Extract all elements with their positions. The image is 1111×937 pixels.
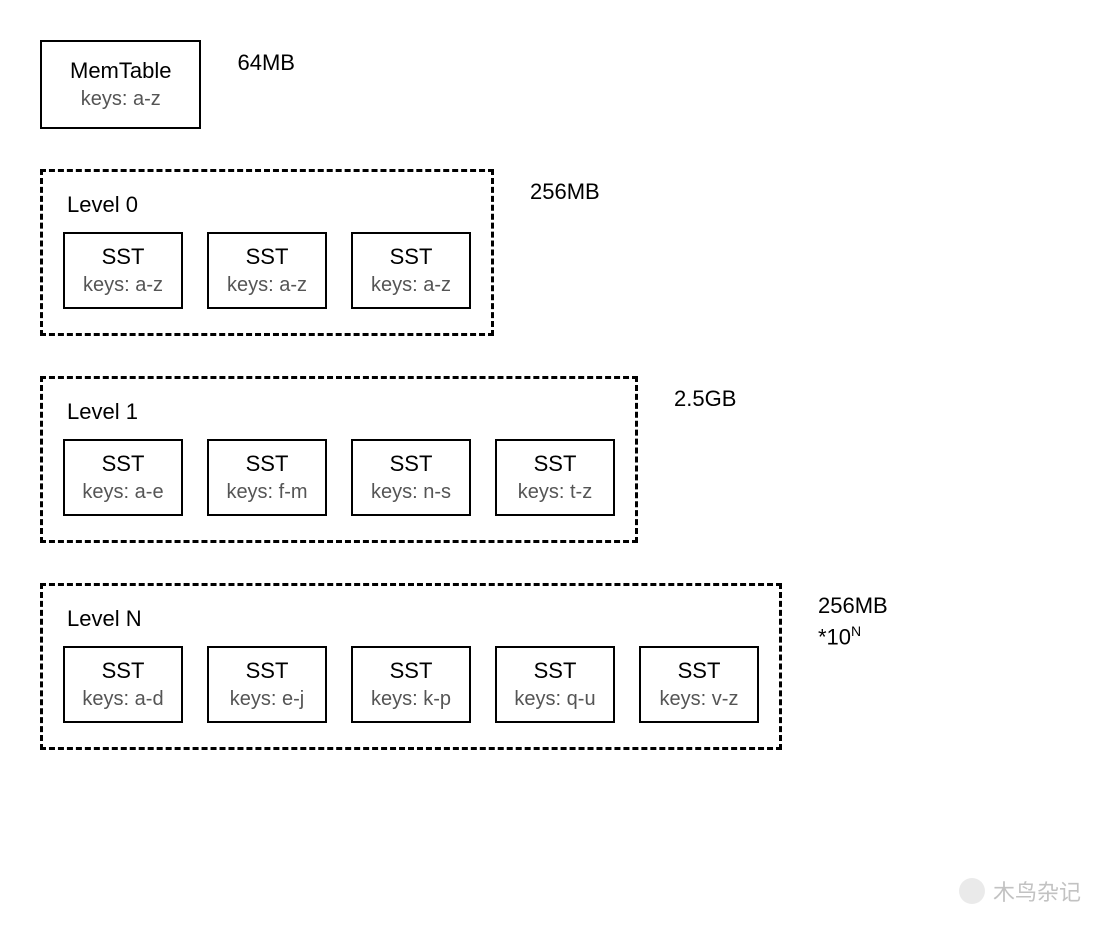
sst-title: SST [367,451,455,477]
sst-box: SST keys: a-z [207,232,327,309]
watermark: 木鸟杂记 [959,875,1081,907]
memtable-title: MemTable [70,58,171,84]
level-1-sst-row: SST keys: a-e SST keys: f-m SST keys: n-… [63,439,615,516]
sst-keys: keys: a-z [223,274,311,297]
sst-keys: keys: q-u [511,688,599,711]
level-n-size-mult: *10 [818,624,851,649]
sst-title: SST [511,451,599,477]
memtable-size-label: 64MB [237,48,294,79]
level-n-size-base: 256MB [818,593,888,618]
sst-box: SST keys: e-j [207,646,327,723]
sst-keys: keys: e-j [223,688,311,711]
sst-box: SST keys: t-z [495,439,615,516]
sst-keys: keys: k-p [367,688,455,711]
level-n-size-exp: N [851,623,861,639]
sst-box: SST keys: n-s [351,439,471,516]
sst-box: SST keys: a-d [63,646,183,723]
memtable-keys: keys: a-z [70,88,171,111]
sst-title: SST [367,658,455,684]
sst-keys: keys: v-z [655,688,743,711]
memtable-row: MemTable keys: a-z 64MB [40,40,1071,129]
sst-keys: keys: n-s [367,481,455,504]
sst-box: SST keys: k-p [351,646,471,723]
level-0-size-label: 256MB [530,177,600,208]
sst-box: SST keys: f-m [207,439,327,516]
sst-keys: keys: f-m [223,481,311,504]
level-0-row: Level 0 SST keys: a-z SST keys: a-z SST … [40,169,1071,336]
watermark-icon [959,878,985,904]
level-1-row: Level 1 SST keys: a-e SST keys: f-m SST … [40,376,1071,543]
sst-keys: keys: a-e [79,481,167,504]
level-n-row: Level N SST keys: a-d SST keys: e-j SST … [40,583,1071,750]
sst-keys: keys: a-z [79,274,167,297]
sst-title: SST [79,244,167,270]
level-1-size-label: 2.5GB [674,384,736,415]
sst-title: SST [367,244,455,270]
level-0-sst-row: SST keys: a-z SST keys: a-z SST keys: a-… [63,232,471,309]
sst-title: SST [223,658,311,684]
sst-title: SST [223,451,311,477]
sst-title: SST [79,658,167,684]
sst-keys: keys: t-z [511,481,599,504]
sst-title: SST [79,451,167,477]
level-n-container: Level N SST keys: a-d SST keys: e-j SST … [40,583,782,750]
sst-keys: keys: a-d [79,688,167,711]
sst-box: SST keys: v-z [639,646,759,723]
level-0-label: Level 0 [67,192,467,218]
level-1-container: Level 1 SST keys: a-e SST keys: f-m SST … [40,376,638,543]
level-n-sst-row: SST keys: a-d SST keys: e-j SST keys: k-… [63,646,759,723]
watermark-text: 木鸟杂记 [993,875,1081,907]
sst-box: SST keys: q-u [495,646,615,723]
level-1-label: Level 1 [67,399,611,425]
sst-title: SST [223,244,311,270]
sst-box: SST keys: a-z [63,232,183,309]
sst-box: SST keys: a-z [351,232,471,309]
level-n-label: Level N [67,606,755,632]
sst-title: SST [511,658,599,684]
sst-title: SST [655,658,743,684]
memtable-box: MemTable keys: a-z [40,40,201,129]
level-0-container: Level 0 SST keys: a-z SST keys: a-z SST … [40,169,494,336]
level-n-size-label: 256MB *10N [818,591,888,653]
sst-box: SST keys: a-e [63,439,183,516]
sst-keys: keys: a-z [367,274,455,297]
